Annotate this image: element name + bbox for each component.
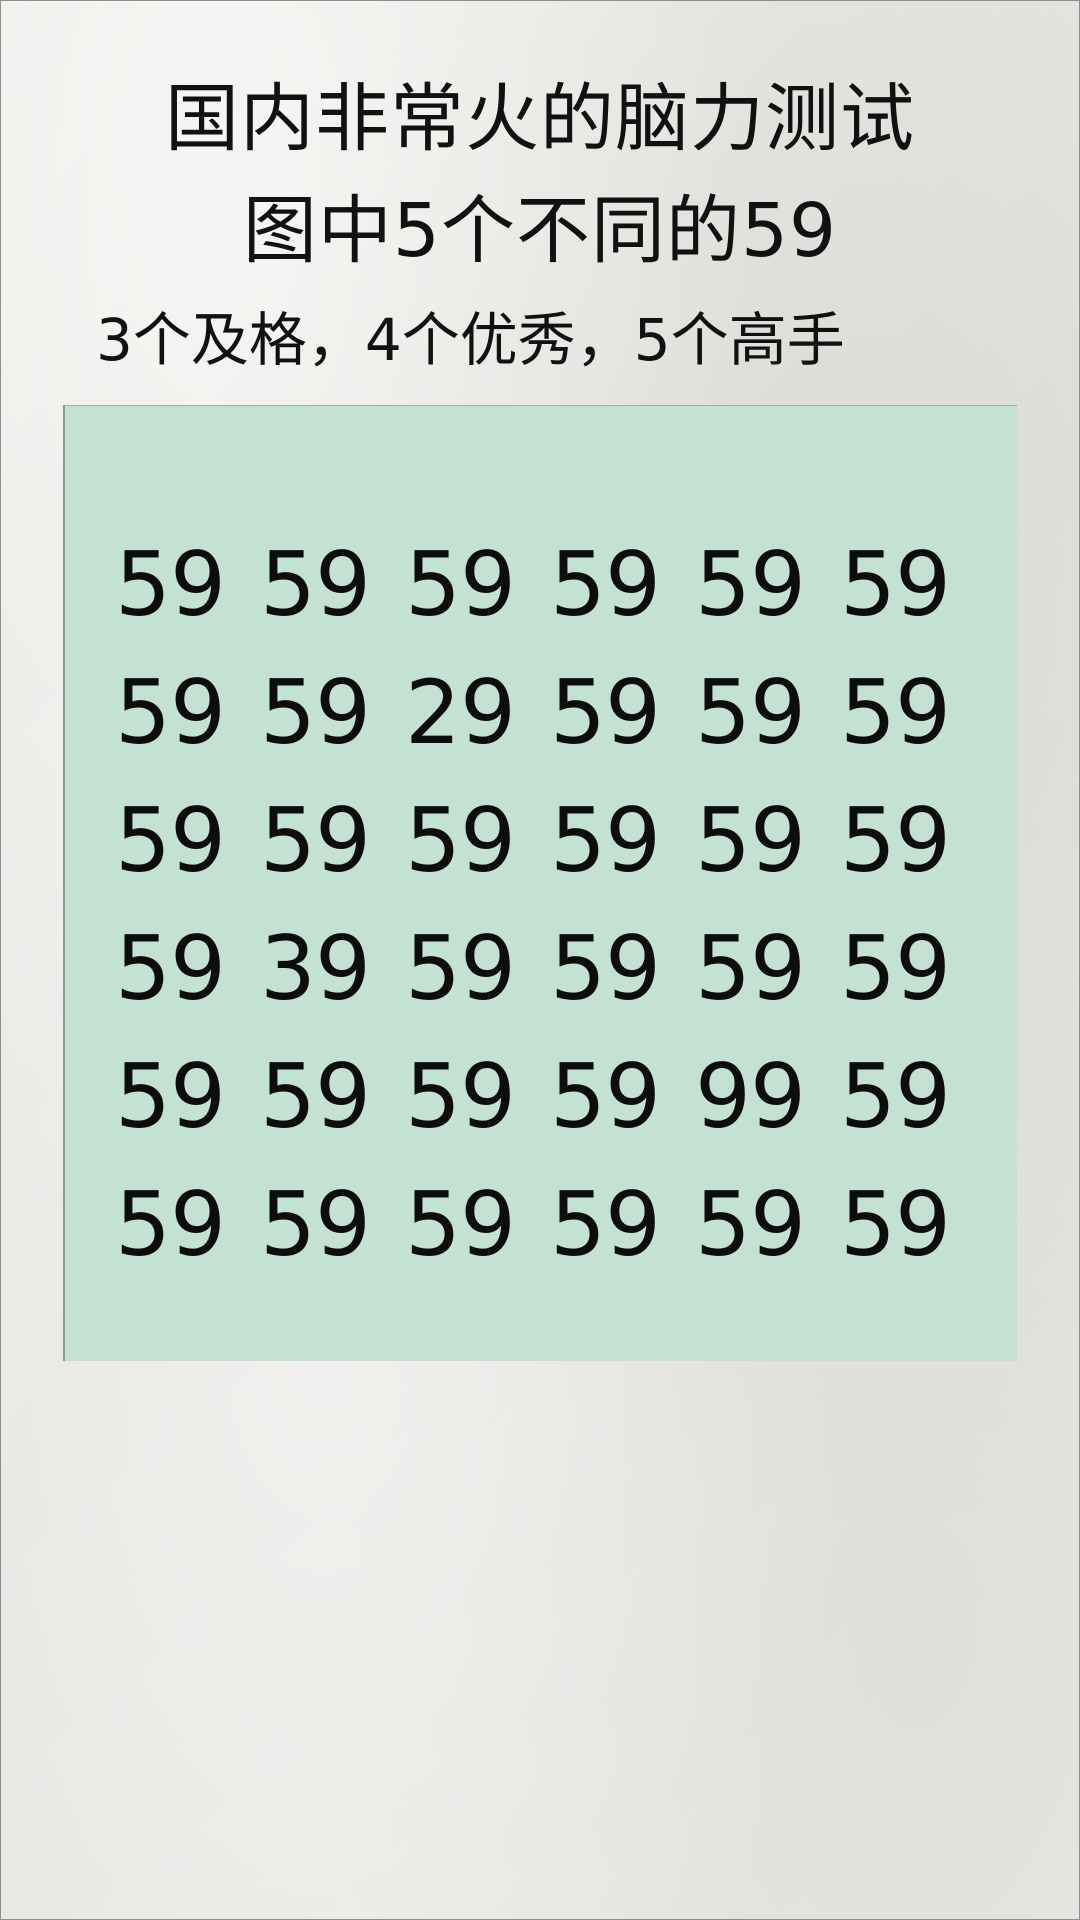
subtitle: 3个及格，4个优秀，5个高手: [96, 306, 845, 374]
grid-cell: 59: [115, 1173, 226, 1276]
grid-cell: 59: [840, 1045, 951, 1148]
title-line-1: 国内非常火的脑力测试: [165, 76, 915, 162]
grid-cell: 59: [405, 917, 516, 1020]
grid-cell: 59: [115, 789, 226, 892]
grid-cell: 59: [695, 533, 806, 636]
grid-cell: 29: [405, 661, 516, 764]
grid-cell: 59: [405, 533, 516, 636]
title-line-2: 图中5个不同的59: [242, 188, 838, 274]
grid-cell: 59: [115, 1045, 226, 1148]
grid-cell: 59: [405, 789, 516, 892]
grid-cell: 59: [260, 533, 371, 636]
grid-cell: 59: [550, 661, 661, 764]
grid-cell: 59: [405, 1173, 516, 1276]
grid-cell: 59: [260, 661, 371, 764]
grid-cell: 59: [840, 789, 951, 892]
grid-cell: 59: [115, 533, 226, 636]
puzzle-panel: 59 59 59 59 59 59 59 59 29 59 59 59 59 5…: [63, 405, 1017, 1361]
grid-cell: 99: [695, 1045, 806, 1148]
grid-cell: 59: [260, 1173, 371, 1276]
grid-cell: 59: [115, 917, 226, 1020]
grid-cell: 59: [695, 917, 806, 1020]
grid-cell: 59: [550, 1045, 661, 1148]
grid-cell: 59: [550, 1173, 661, 1276]
grid-cell: 59: [840, 533, 951, 636]
grid-cell: 59: [405, 1045, 516, 1148]
puzzle-grid: 59 59 59 59 59 59 59 59 29 59 59 59 59 5…: [115, 521, 985, 1289]
grid-cell: 59: [695, 1173, 806, 1276]
grid-cell: 59: [115, 661, 226, 764]
grid-cell: 59: [840, 1173, 951, 1276]
grid-cell: 59: [695, 661, 806, 764]
grid-cell: 59: [260, 1045, 371, 1148]
grid-cell: 39: [260, 917, 371, 1020]
grid-cell: 59: [550, 533, 661, 636]
grid-cell: 59: [695, 789, 806, 892]
grid-cell: 59: [840, 917, 951, 1020]
grid-cell: 59: [550, 789, 661, 892]
grid-cell: 59: [260, 789, 371, 892]
grid-cell: 59: [550, 917, 661, 1020]
grid-cell: 59: [840, 661, 951, 764]
